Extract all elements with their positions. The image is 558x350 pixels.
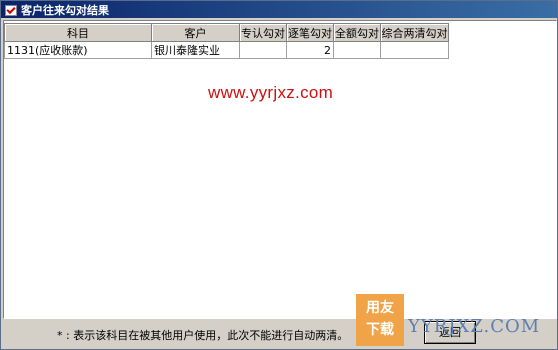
cell-subject[interactable]: 1131(应收账款) (4, 41, 152, 59)
results-grid-area: 科目 客户 专认勾对 逐笔勾对 全额勾对 综合两清勾对 1131(应收账款) 银… (3, 20, 557, 319)
window-title: 客户往来勾对结果 (21, 3, 109, 17)
col-header-customer[interactable]: 客户 (151, 23, 240, 42)
cell-item-match[interactable]: 2 (286, 41, 334, 59)
footer-note: * : 表示该科目在被其他用户使用，此次不能进行自动两清。 (57, 329, 349, 342)
cell-combined-match[interactable] (380, 41, 449, 59)
app-icon (4, 4, 18, 16)
watermark-text: www.yyrjxz.com (208, 83, 334, 102)
cell-customer[interactable]: 银川泰隆实业 (151, 41, 240, 59)
col-header-item-match[interactable]: 逐笔勾对 (286, 23, 334, 42)
results-table: 科目 客户 专认勾对 逐笔勾对 全额勾对 综合两清勾对 1131(应收账款) 银… (4, 23, 449, 59)
table-header-row: 科目 客户 专认勾对 逐笔勾对 全额勾对 综合两清勾对 (4, 23, 449, 42)
cell-full-match[interactable] (333, 41, 381, 59)
logo-text: YYRJXZ.COM (408, 316, 541, 337)
yonyou-download-logo: 用友 下载 (356, 294, 404, 346)
result-window: 客户往来勾对结果 科目 客户 专认勾对 逐笔勾对 全额勾对 综合两清勾对 113… (0, 0, 558, 350)
col-header-subject[interactable]: 科目 (4, 23, 152, 42)
col-header-special-match[interactable]: 专认勾对 (239, 23, 287, 42)
logo-badge-line1: 用友 (366, 300, 394, 316)
col-header-combined-match[interactable]: 综合两清勾对 (380, 23, 449, 42)
table-row[interactable]: 1131(应收账款) 银川泰隆实业 2 (4, 41, 449, 59)
col-header-full-match[interactable]: 全额勾对 (333, 23, 381, 42)
title-bar: 客户往来勾对结果 (1, 1, 557, 18)
logo-badge-line2: 下载 (366, 322, 394, 338)
cell-special-match[interactable] (239, 41, 287, 59)
